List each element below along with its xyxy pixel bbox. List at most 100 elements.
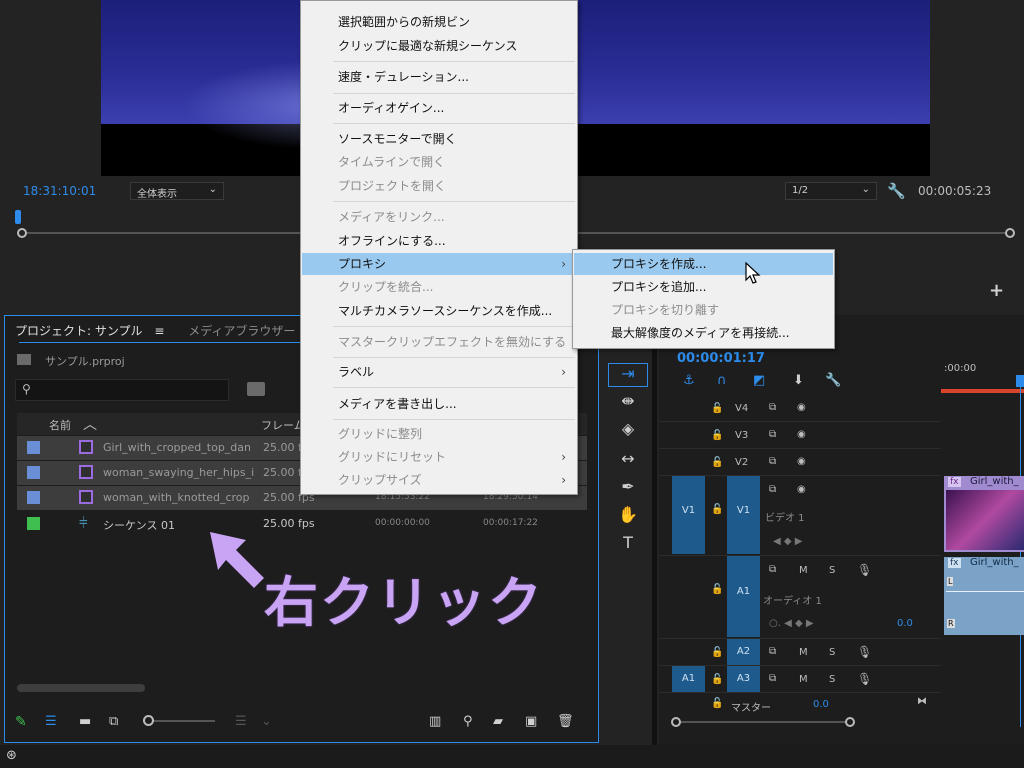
menu-item-new-sequence-from-clip[interactable]: クリップに最適な新規シーケンス <box>302 35 576 57</box>
label-swatch[interactable] <box>27 466 40 479</box>
mute-button[interactable]: M <box>799 565 808 576</box>
timeline-playhead[interactable] <box>1016 375 1024 387</box>
eye-icon[interactable]: ◉ <box>797 402 806 413</box>
column-name[interactable]: 名前 <box>49 417 71 433</box>
sort-icon[interactable]: ☰ <box>235 714 247 729</box>
list-item[interactable]: ⫩ シーケンス 01 25.00 fps 00:00:00:00 00:00:1… <box>17 512 587 536</box>
column-framerate[interactable]: フレーム <box>261 417 305 433</box>
microphone-icon[interactable]: 🎙 <box>857 672 872 686</box>
lock-icon[interactable]: 🔓 <box>711 584 723 595</box>
zoom-right-handle[interactable] <box>1005 228 1015 238</box>
trash-icon[interactable]: 🗑 <box>557 714 574 729</box>
solo-button[interactable]: S <box>829 565 835 576</box>
source-patch-a1[interactable]: A1 <box>672 666 705 692</box>
solo-button[interactable]: S <box>829 647 835 658</box>
menu-item-proxy[interactable]: プロキシ › <box>302 253 576 275</box>
solo-button[interactable]: S <box>829 674 835 685</box>
track-name[interactable]: V3 <box>735 430 748 441</box>
menu-item-open-in-timeline[interactable]: タイムラインで開く <box>302 151 576 173</box>
quality-dropdown[interactable]: 1/2 ⌄ <box>785 182 877 200</box>
timeline-settings-wrench-icon[interactable]: 🔧 <box>825 373 841 388</box>
sync-lock-icon[interactable]: ⧉ <box>769 484 776 495</box>
track-target-a3[interactable]: A3 <box>727 666 760 692</box>
lock-icon[interactable]: 🔓 <box>711 430 723 441</box>
razor-tool-icon[interactable]: ◈ <box>608 419 648 445</box>
menu-item-link-media[interactable]: メディアをリンク... <box>302 206 576 228</box>
snap-magnet-icon[interactable]: ∩ <box>717 373 727 388</box>
track-name[interactable]: V2 <box>735 457 748 468</box>
label-swatch[interactable] <box>27 491 40 504</box>
sync-lock-icon[interactable]: ⧉ <box>769 456 776 467</box>
sync-lock-icon[interactable]: ⧉ <box>769 673 776 684</box>
track-target-v1[interactable]: V1 <box>727 476 760 554</box>
chevron-down-icon[interactable]: ⌄ <box>261 714 272 729</box>
track-target-a1[interactable]: A1 <box>727 556 760 637</box>
menu-item-align-to-grid[interactable]: グリッドに整列 <box>302 423 576 445</box>
selection-tool-icon[interactable]: ⇥ <box>608 363 648 387</box>
slip-tool-icon[interactable]: ↔ <box>608 449 648 475</box>
search-input[interactable]: ⚲ <box>15 379 229 401</box>
pencil-icon[interactable]: ✎ <box>15 714 27 730</box>
eye-icon[interactable]: ◉ <box>797 484 806 495</box>
menu-item-attach-proxies[interactable]: プロキシを追加... <box>574 276 833 298</box>
keyframe-nav-icon[interactable]: ○. ◀ ◆ ▶ <box>769 618 814 629</box>
sort-up-icon[interactable]: ︿ <box>83 414 97 434</box>
sync-lock-icon[interactable]: ⧉ <box>769 429 776 440</box>
timeline-zoom-bar[interactable] <box>675 721 851 723</box>
lock-icon[interactable]: 🔓 <box>711 403 723 414</box>
tab-project[interactable]: プロジェクト: サンプル <box>15 324 143 338</box>
automate-to-sequence-icon[interactable]: ▥ <box>429 714 441 729</box>
menu-item-clip-size[interactable]: クリップサイズ › <box>302 469 576 491</box>
label-swatch[interactable] <box>27 441 40 454</box>
microphone-icon[interactable]: 🎙 <box>857 645 872 659</box>
add-button-icon[interactable]: + <box>989 280 1004 301</box>
keyframe-nav-icon[interactable]: ◀ ◆ ▶ <box>773 536 802 547</box>
source-patch-v1[interactable]: V1 <box>672 476 705 554</box>
track-target-a2[interactable]: A2 <box>727 639 760 665</box>
master-volume[interactable]: 0.0 <box>813 699 829 710</box>
menu-item-open-in-source-monitor[interactable]: ソースモニターで開く <box>302 128 576 150</box>
lock-icon[interactable]: 🔓 <box>711 457 723 468</box>
menu-item-create-proxies[interactable]: プロキシを作成... <box>574 253 833 275</box>
icon-view-icon[interactable]: ▬ <box>79 714 91 729</box>
wrench-icon[interactable]: 🔧 <box>887 182 906 200</box>
video-clip[interactable]: fx Girl_with_ <box>944 476 1024 552</box>
menu-item-speed-duration[interactable]: 速度・デュレーション... <box>302 66 576 88</box>
eye-icon[interactable]: ◉ <box>797 429 806 440</box>
zoom-left-handle[interactable] <box>671 717 681 727</box>
work-area-bar[interactable] <box>941 389 1024 393</box>
microphone-icon[interactable]: 🎙 <box>857 563 872 577</box>
hand-tool-icon[interactable]: ✋ <box>608 505 648 531</box>
lock-icon[interactable]: 🔓 <box>711 504 723 515</box>
menu-item-consolidate-clips[interactable]: クリップを統合... <box>302 276 576 298</box>
zoom-left-handle[interactable] <box>17 228 27 238</box>
mute-button[interactable]: M <box>799 647 808 658</box>
sync-lock-icon[interactable]: ⧉ <box>769 564 776 575</box>
menu-item-reset-to-grid[interactable]: グリッドにリセット › <box>302 446 576 468</box>
label-swatch[interactable] <box>27 517 40 530</box>
fit-dropdown[interactable]: 全体表示 ⌄ <box>130 182 224 200</box>
type-tool-icon[interactable]: T <box>608 533 648 559</box>
menu-item-create-multicam-sequence[interactable]: マルチカメラソースシーケンスを作成... <box>302 300 576 322</box>
monitor-timecode-left[interactable]: 18:31:10:01 <box>23 184 96 198</box>
timeline-timecode[interactable]: 00:00:01:17 <box>677 351 765 366</box>
track-name[interactable]: V4 <box>735 403 748 414</box>
ripple-edit-tool-icon[interactable]: ⇼ <box>608 391 648 417</box>
track-volume[interactable]: 0.0 <box>897 618 913 629</box>
horizontal-scrollbar[interactable] <box>17 684 145 692</box>
new-bin-icon[interactable]: ▰ <box>493 714 503 729</box>
new-item-icon[interactable]: ▣ <box>525 714 537 729</box>
list-view-icon[interactable]: ☰ <box>45 714 57 729</box>
add-marker-icon[interactable]: ⬇ <box>793 373 804 388</box>
tab-media-browser[interactable]: メディアブラウザー <box>188 324 295 338</box>
lock-icon[interactable]: 🔓 <box>711 647 723 658</box>
pen-tool-icon[interactable]: ✒ <box>608 477 648 503</box>
zoom-slider-handle[interactable] <box>143 715 154 726</box>
go-to-edit-icon[interactable]: ⧓ <box>917 696 927 707</box>
menu-item-detach-proxies[interactable]: プロキシを切り離す <box>574 299 833 321</box>
sync-lock-icon[interactable]: ⧉ <box>769 402 776 413</box>
freeform-view-icon[interactable]: ⧉ <box>109 714 118 729</box>
panel-menu-icon[interactable]: ≡ <box>154 324 164 338</box>
menu-item-reconnect-full-res[interactable]: 最大解像度のメディアを再接続... <box>574 322 833 344</box>
find-icon[interactable] <box>247 382 265 396</box>
